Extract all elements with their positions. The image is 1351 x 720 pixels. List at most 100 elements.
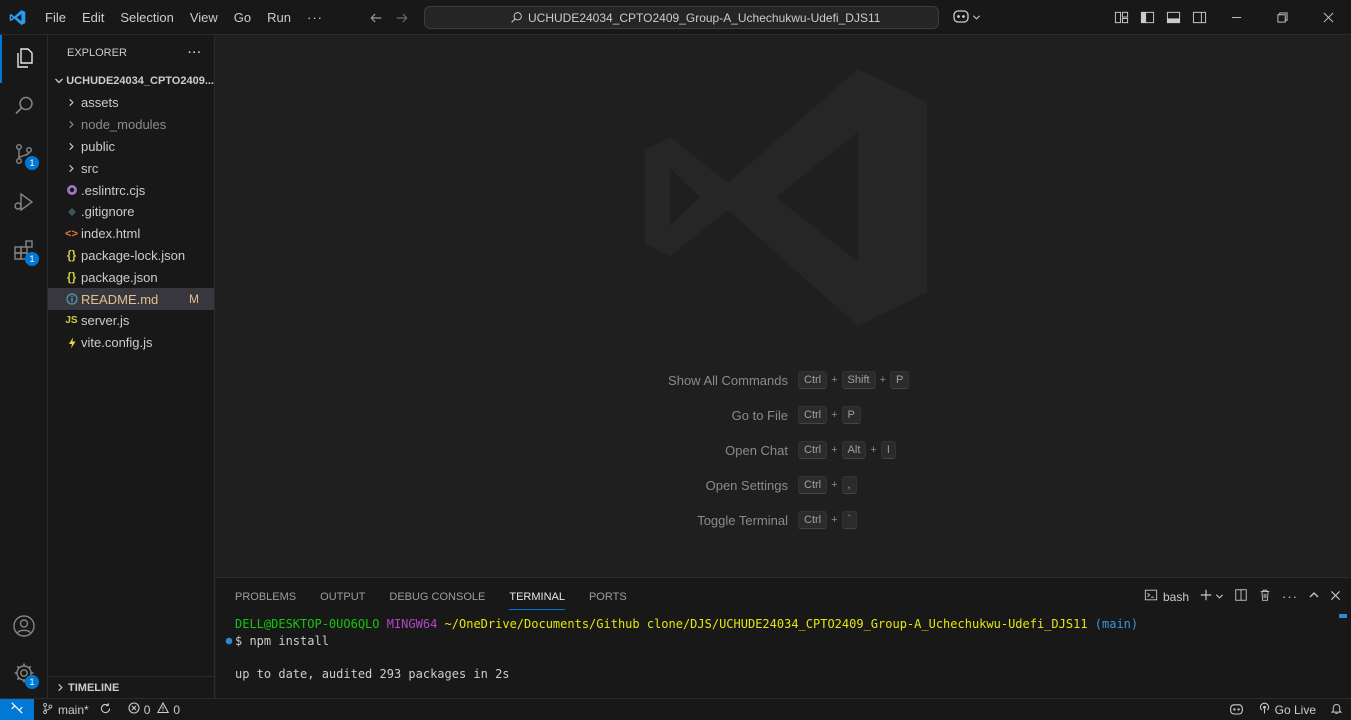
forward-arrow-icon[interactable] — [392, 8, 412, 28]
command-center-search[interactable]: UCHUDE24034_CPTO2409_Group-A_Uchechukwu-… — [424, 6, 939, 29]
command-decoration-icon[interactable] — [222, 637, 235, 645]
tree-item-node-modules[interactable]: node_modules — [48, 114, 214, 136]
chevron-right-icon — [52, 683, 68, 692]
menu-edit[interactable]: Edit — [74, 0, 112, 35]
restore-icon[interactable] — [1259, 0, 1305, 35]
terminal-prompt-line: DELL@DESKTOP-0UO6QLO MINGW64 ~/OneDrive/… — [222, 616, 1337, 633]
vscode-watermark-logo — [640, 64, 930, 332]
file-tree: assets node_modules public src .eslintrc… — [48, 92, 214, 354]
tree-item-server-js[interactable]: JS server.js — [48, 310, 214, 332]
copilot-button[interactable] — [952, 8, 981, 27]
tree-item-label: src — [81, 160, 99, 176]
menu-more-button[interactable]: ··· — [299, 10, 331, 25]
explorer-icon — [13, 46, 37, 73]
sync-icon — [99, 702, 112, 718]
go-live-button[interactable]: Go Live — [1258, 702, 1316, 718]
broadcast-icon — [1258, 702, 1271, 718]
shortcut-keys: Ctrl + P — [798, 406, 861, 424]
explorer-more-button[interactable]: ··· — [188, 47, 202, 59]
branch-indicator[interactable]: main* — [36, 702, 94, 718]
menu-run[interactable]: Run — [259, 0, 299, 35]
tab-ports[interactable]: PORTS — [589, 578, 627, 615]
key-separator: + — [879, 374, 886, 386]
menu-selection[interactable]: Selection — [112, 0, 181, 35]
key-separator: + — [831, 409, 838, 421]
run-debug-button[interactable] — [0, 179, 48, 227]
chevron-right-icon — [62, 142, 81, 151]
error-icon — [128, 702, 140, 717]
key-cap: ` — [841, 511, 858, 529]
new-terminal-icon[interactable] — [1199, 588, 1213, 605]
close-panel-icon[interactable] — [1330, 589, 1341, 604]
chevron-down-icon[interactable] — [1215, 589, 1224, 604]
toggle-secondary-sidebar-icon[interactable] — [1190, 9, 1208, 27]
activity-bar: 1 1 1 — [0, 35, 48, 698]
terminal-command-line: $ npm install — [222, 633, 1337, 650]
workspace-folder-header[interactable]: UCHUDE24034_CPTO2409... — [48, 70, 214, 92]
shortcut-row[interactable]: Show All Commands Ctrl + Shift + P — [216, 370, 1351, 390]
source-control-badge: 1 — [25, 156, 39, 170]
close-icon[interactable] — [1305, 0, 1351, 35]
trash-icon[interactable] — [1258, 588, 1272, 605]
branch-name: main* — [58, 702, 89, 717]
tab-output[interactable]: OUTPUT — [320, 578, 365, 615]
tree-item-assets[interactable]: assets — [48, 92, 214, 114]
search-button[interactable] — [0, 83, 48, 131]
terminal-branch: (main) — [1094, 617, 1139, 631]
chevron-right-icon — [62, 120, 81, 129]
shortcut-row[interactable]: Open Chat Ctrl + Alt + I — [216, 440, 1351, 460]
tree-item-package-json[interactable]: {} package.json — [48, 266, 214, 288]
copilot-status-icon[interactable] — [1229, 702, 1244, 719]
terminal-command: $ npm install — [235, 633, 329, 648]
menu-file[interactable]: File — [37, 0, 74, 35]
minimize-icon[interactable] — [1213, 0, 1259, 35]
chevron-right-icon — [62, 98, 81, 107]
terminal-icon — [1144, 588, 1158, 605]
shortcut-row[interactable]: Open Settings Ctrl + , — [216, 475, 1351, 495]
key-separator: + — [831, 514, 838, 526]
tree-item-eslintrc[interactable]: .eslintrc.cjs — [48, 179, 214, 201]
maximize-panel-icon[interactable] — [1308, 589, 1320, 604]
extensions-button[interactable]: 1 — [0, 227, 48, 275]
js-file-icon: JS — [65, 315, 78, 327]
source-control-button[interactable]: 1 — [0, 131, 48, 179]
problems-indicator[interactable]: 0 0 — [123, 701, 185, 717]
timeline-section-header[interactable]: TIMELINE — [48, 676, 214, 698]
more-actions-icon[interactable]: ··· — [1282, 589, 1298, 604]
terminal-shell-selector[interactable]: bash — [1144, 588, 1189, 605]
shortcut-keys: Ctrl + , — [798, 476, 857, 494]
tree-item-package-lock[interactable]: {} package-lock.json — [48, 245, 214, 267]
eslint-file-icon — [62, 184, 81, 196]
tab-terminal[interactable]: TERMINAL — [509, 578, 565, 615]
tab-problems[interactable]: PROBLEMS — [235, 578, 296, 615]
menu-bar: File Edit Selection View Go Run ··· — [37, 0, 331, 35]
layout-controls — [1112, 0, 1208, 35]
back-arrow-icon[interactable] — [366, 8, 386, 28]
customize-layout-icon[interactable] — [1112, 9, 1130, 27]
panel-tabs: PROBLEMS OUTPUT DEBUG CONSOLE TERMINAL P… — [216, 578, 627, 615]
split-terminal-icon[interactable] — [1234, 588, 1248, 605]
toggle-panel-icon[interactable] — [1164, 9, 1182, 27]
shortcut-row[interactable]: Go to File Ctrl + P — [216, 405, 1351, 425]
menu-view[interactable]: View — [182, 0, 226, 35]
tree-item-readme[interactable]: README.md M — [48, 288, 214, 310]
tree-item-label: node_modules — [81, 117, 167, 133]
terminal-output[interactable]: DELL@DESKTOP-0UO6QLO MINGW64 ~/OneDrive/… — [222, 616, 1337, 682]
tree-item-gitignore[interactable]: .gitignore — [48, 201, 214, 223]
accounts-button[interactable] — [0, 603, 48, 651]
key-cap: P — [890, 371, 910, 389]
sync-button[interactable] — [94, 702, 117, 718]
modified-badge: M — [189, 292, 199, 307]
tree-item-index-html[interactable]: <> index.html — [48, 223, 214, 245]
explorer-button[interactable] — [0, 35, 48, 83]
menu-go[interactable]: Go — [226, 0, 259, 35]
tab-debug-console[interactable]: DEBUG CONSOLE — [389, 578, 485, 615]
remote-button[interactable] — [0, 698, 34, 720]
tree-item-public[interactable]: public — [48, 136, 214, 158]
notifications-bell-icon[interactable] — [1330, 702, 1343, 718]
shortcut-row[interactable]: Toggle Terminal Ctrl + ` — [216, 510, 1351, 530]
tree-item-src[interactable]: src — [48, 157, 214, 179]
tree-item-vite-config[interactable]: vite.config.js — [48, 332, 214, 354]
manage-button[interactable]: 1 — [0, 650, 48, 698]
toggle-primary-sidebar-icon[interactable] — [1138, 9, 1156, 27]
